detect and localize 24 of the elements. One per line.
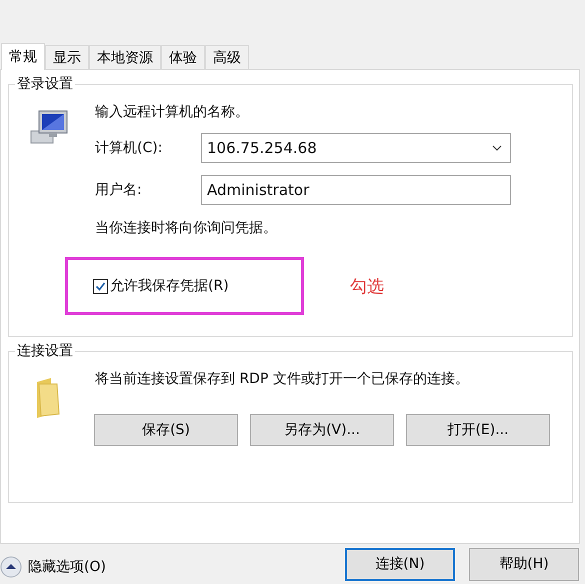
- group-title: 连接设置: [15, 342, 75, 360]
- checkbox[interactable]: [93, 278, 108, 294]
- tab[interactable]: 体验: [161, 45, 205, 69]
- username-field[interactable]: Administrator: [201, 175, 511, 205]
- action-button[interactable]: 打开(E)...: [406, 414, 550, 446]
- field-label: 计算机(C):: [95, 139, 164, 157]
- dialog-button[interactable]: 连接(N): [345, 548, 455, 580]
- hide-options-toggle[interactable]: 隐藏选项(O): [0, 550, 106, 578]
- tab[interactable]: 本地资源: [89, 45, 161, 69]
- info-text: 当你连接时将向你询问凭据。: [95, 219, 278, 237]
- computer-combo-box[interactable]: 106.75.254.68: [201, 133, 511, 163]
- field-label: 用户名:: [95, 181, 143, 199]
- tab[interactable]: 显示: [45, 45, 89, 69]
- action-button[interactable]: 另存为(V)...: [250, 414, 394, 446]
- dropdown-icon: [492, 145, 502, 151]
- tab[interactable]: 常规: [1, 43, 45, 70]
- dialog-button[interactable]: 帮助(H): [469, 548, 579, 580]
- save-credentials-checkbox[interactable]: 允许我保存凭据(R): [93, 277, 229, 295]
- action-button[interactable]: 保存(S): [94, 414, 238, 446]
- description-text: 将当前连接设置保存到 RDP 文件或打开一个已保存的连接。: [95, 370, 470, 388]
- group-title: 登录设置: [15, 75, 75, 93]
- annotation-text: 勾选: [350, 276, 384, 298]
- instruction-text: 输入远程计算机的名称。: [95, 103, 250, 121]
- tab[interactable]: 高级: [205, 45, 249, 69]
